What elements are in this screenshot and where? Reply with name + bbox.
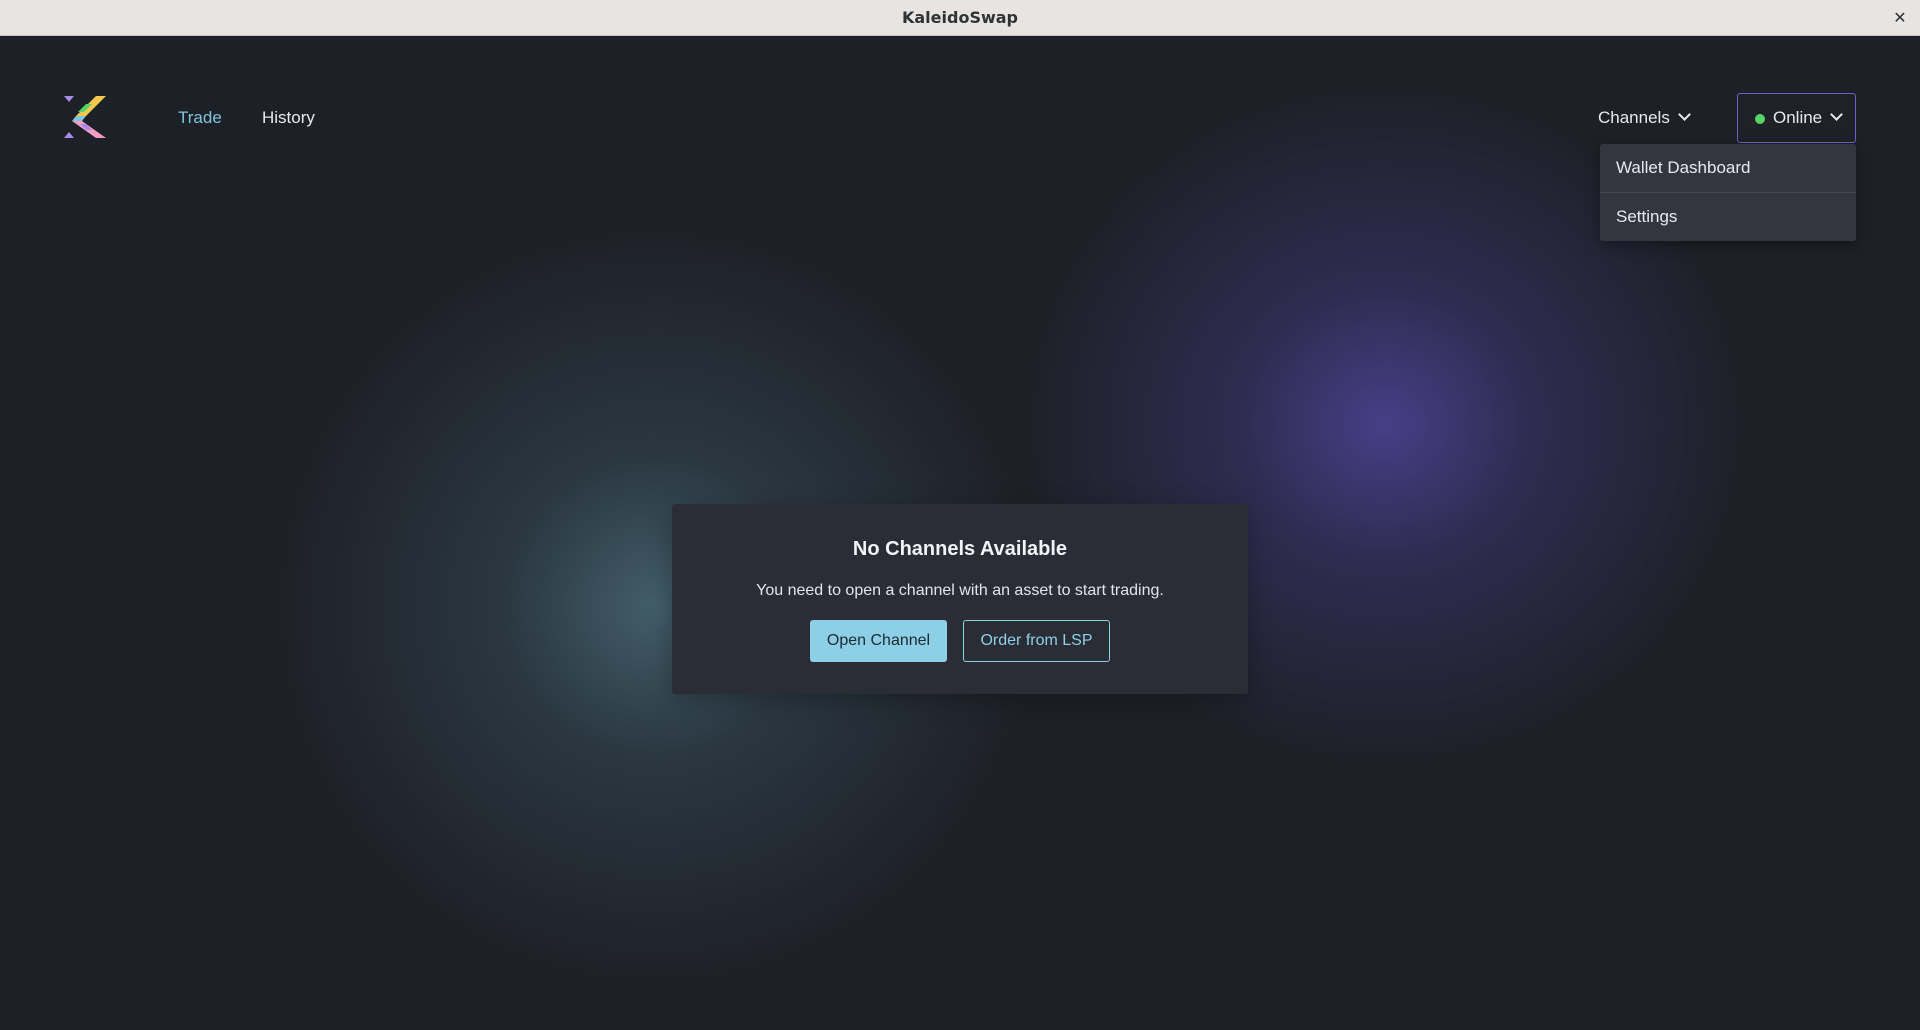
channels-menu-button[interactable]: Channels	[1598, 102, 1691, 134]
app-main: Trade History Channels Online Wallet Das…	[0, 36, 1920, 1030]
close-icon[interactable]: ✕	[1888, 6, 1912, 30]
nav-history[interactable]: History	[262, 106, 315, 130]
channels-label: Channels	[1598, 108, 1670, 127]
window-titlebar: KaleidoSwap ✕	[0, 0, 1920, 36]
status-menu-button[interactable]: Online	[1737, 93, 1856, 143]
menu-item-settings[interactable]: Settings	[1600, 193, 1856, 241]
open-channel-button[interactable]: Open Channel	[810, 620, 947, 662]
window-title: KaleidoSwap	[901, 8, 1018, 27]
status-label: Online	[1773, 108, 1823, 127]
kaleidoswap-logo[interactable]	[62, 94, 108, 140]
card-message: You need to open a channel with an asset…	[756, 582, 1164, 599]
chevron-down-icon	[1677, 108, 1691, 121]
nav-trade[interactable]: Trade	[178, 106, 222, 130]
status-dropdown-menu: Wallet Dashboard Settings	[1600, 144, 1856, 241]
card-title: No Channels Available	[852, 538, 1068, 560]
no-channels-card: No Channels Available You need to open a…	[672, 504, 1248, 694]
menu-item-wallet-dashboard[interactable]: Wallet Dashboard	[1600, 144, 1856, 192]
order-from-lsp-button[interactable]: Order from LSP	[963, 620, 1110, 662]
chevron-down-icon	[1830, 108, 1844, 121]
status-dot-icon	[1755, 114, 1765, 124]
